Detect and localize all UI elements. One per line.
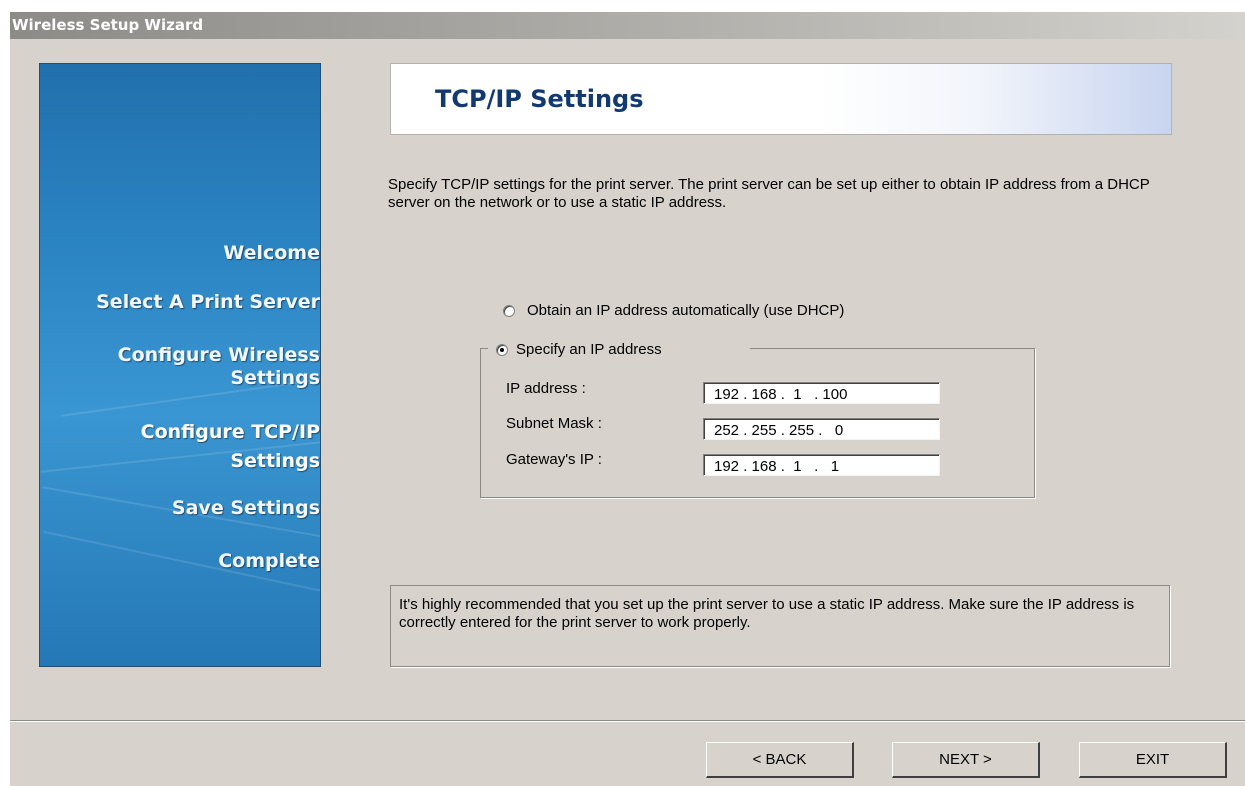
- step-configure-tcpip: Configure TCP/IP Settings: [141, 418, 320, 476]
- note-box: It's highly recommended that you set up …: [390, 585, 1170, 667]
- wizard-window: Wireless Setup Wizard Welcome Select A P…: [10, 12, 1245, 786]
- step-label-line1: Configure Wireless: [117, 344, 320, 366]
- gateway-input[interactable]: 192 . 168 . 1 . 1: [703, 454, 940, 476]
- ip-address-input[interactable]: 192 . 168 . 1 . 100: [703, 382, 940, 404]
- step-label: Complete: [218, 550, 320, 572]
- subnet-mask-label: Subnet Mask :: [506, 415, 602, 432]
- step-label: Select A Print Server: [96, 291, 320, 313]
- dhcp-option-label[interactable]: Obtain an IP address automatically (use …: [527, 302, 844, 320]
- footer-separator: [10, 720, 1245, 722]
- step-label: Welcome: [223, 242, 320, 264]
- step-label-line2: Settings: [230, 450, 320, 472]
- ip-address-label: IP address :: [506, 380, 586, 397]
- step-save-settings: Save Settings: [172, 497, 320, 520]
- exit-button[interactable]: EXIT: [1079, 742, 1227, 778]
- header-panel: TCP/IP Settings: [390, 63, 1172, 135]
- subnet-mask-input[interactable]: 252 . 255 . 255 . 0: [703, 418, 940, 440]
- static-ip-option-label[interactable]: Specify an IP address: [516, 341, 662, 359]
- description-text: Specify TCP/IP settings for the print se…: [388, 176, 1150, 211]
- next-button[interactable]: NEXT >: [892, 742, 1040, 778]
- window-title: Wireless Setup Wizard: [12, 16, 204, 34]
- dhcp-radio[interactable]: [503, 305, 515, 317]
- step-label-line2: Settings: [230, 367, 320, 389]
- step-label: Save Settings: [171, 497, 320, 519]
- step-welcome: Welcome: [223, 242, 320, 265]
- step-configure-wireless: Configure Wireless Settings: [118, 344, 320, 390]
- back-button[interactable]: < BACK: [706, 742, 854, 778]
- step-label-line1: Configure TCP/IP: [140, 421, 320, 443]
- gateway-label: Gateway's IP :: [506, 451, 602, 468]
- static-ip-radio[interactable]: [496, 344, 508, 356]
- step-complete: Complete: [218, 550, 320, 573]
- step-select-print-server: Select A Print Server: [96, 291, 320, 314]
- title-bar: Wireless Setup Wizard: [10, 12, 1245, 39]
- page-title: TCP/IP Settings: [435, 85, 644, 113]
- note-text: It's highly recommended that you set up …: [399, 596, 1135, 631]
- wizard-steps-sidebar: Welcome Select A Print Server Configure …: [39, 63, 321, 667]
